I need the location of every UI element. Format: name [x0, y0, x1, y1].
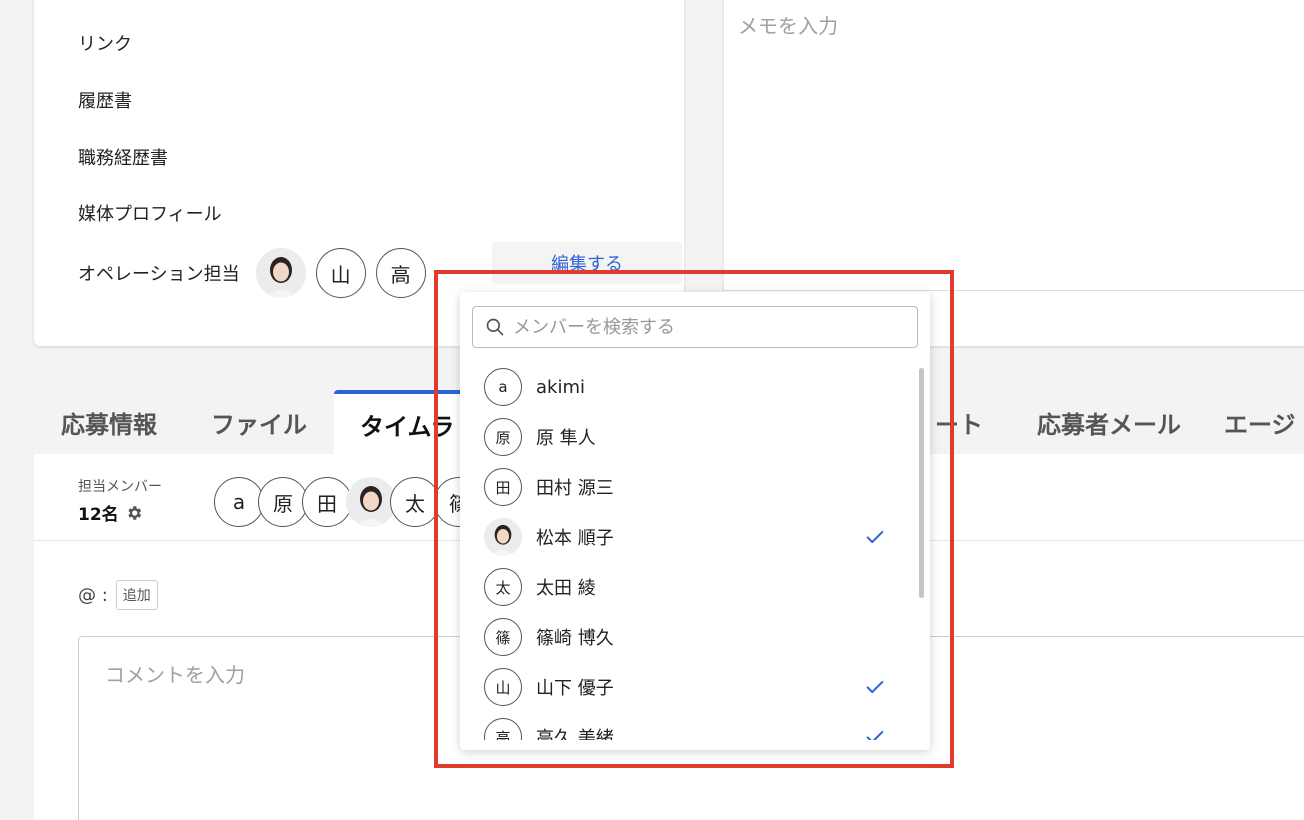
comment-placeholder: コメントを入力	[105, 663, 245, 687]
person-photo-icon	[255, 248, 306, 298]
avatar: a	[214, 477, 264, 527]
member-name: 田村 源三	[536, 478, 614, 499]
member-name: 高久 美緒	[536, 728, 614, 740]
check-icon	[866, 680, 884, 694]
member-name: 原 隼人	[536, 428, 596, 449]
divider	[724, 290, 1304, 291]
mention-row: @ : 追加	[78, 580, 158, 610]
avatar	[346, 477, 396, 527]
members-count-text: 12名	[78, 505, 119, 525]
tab-application-info[interactable]: 応募情報	[34, 390, 184, 454]
add-mention-button[interactable]: 追加	[115, 580, 158, 610]
avatar: 太	[484, 568, 522, 606]
avatar: 田	[484, 468, 522, 506]
member-name: 篠崎 博久	[536, 628, 614, 649]
search-box[interactable]	[472, 306, 918, 348]
work-history-label: 職務経歴書	[78, 148, 168, 169]
operation-label: オペレーション担当	[78, 264, 240, 285]
resume-label: 履歴書	[78, 91, 132, 112]
tab-files[interactable]: ファイル	[184, 390, 334, 454]
member-name: akimi	[536, 376, 585, 398]
avatar: 山	[315, 248, 366, 298]
member-select-dropdown: a akimi 原 原 隼人 田 田村 源三	[460, 292, 930, 750]
gear-icon[interactable]	[125, 504, 143, 522]
avatar: 篠	[484, 618, 522, 656]
member-name: 山下 優子	[536, 678, 614, 699]
avatar: 高	[484, 718, 522, 740]
check-icon	[866, 530, 884, 544]
avatar: 山	[484, 668, 522, 706]
member-list: a akimi 原 原 隼人 田 田村 源三 松本 順子 太 太田 綾 篠 篠崎…	[460, 362, 920, 740]
scrollbar[interactable]	[919, 368, 924, 598]
list-item[interactable]: 山 山下 優子	[460, 662, 920, 712]
tab-agent[interactable]: エージ	[1214, 390, 1304, 454]
list-item[interactable]: 田 田村 源三	[460, 462, 920, 512]
member-name: 太田 綾	[536, 578, 596, 599]
edit-operation-button[interactable]: 編集する	[492, 242, 682, 284]
member-name: 松本 順子	[536, 528, 614, 549]
members-count[interactable]: 12名	[78, 500, 143, 525]
person-photo-icon	[484, 518, 522, 556]
list-item[interactable]: a akimi	[460, 362, 920, 412]
member-search-input[interactable]	[513, 316, 903, 338]
members-label: 担当メンバー	[78, 479, 162, 495]
check-icon	[866, 730, 884, 740]
memo-placeholder: メモを入力	[738, 14, 838, 38]
list-item[interactable]: 太 太田 綾	[460, 562, 920, 612]
mention-label: @ :	[78, 584, 108, 606]
person-photo-icon	[346, 477, 396, 527]
page: リンク 履歴書 職務経歴書 媒体プロフィール オペレーション担当 山 高 編集す…	[0, 0, 1304, 820]
avatar: 原	[484, 418, 522, 456]
avatar: 高	[375, 248, 426, 298]
operation-row: オペレーション担当 山 高	[78, 248, 426, 298]
avatar	[484, 518, 522, 556]
avatar	[255, 248, 306, 298]
list-item[interactable]: 原 原 隼人	[460, 412, 920, 462]
member-avatar-strip: a 原 田 太 篠	[214, 477, 484, 527]
avatar: 太	[390, 477, 440, 527]
tab-applicant-mail[interactable]: 応募者メール	[1024, 390, 1194, 454]
list-item[interactable]: 篠 篠崎 博久	[460, 612, 920, 662]
list-item[interactable]: 高 高久 美緒	[460, 712, 920, 740]
link-label: リンク	[78, 34, 132, 55]
list-item[interactable]: 松本 順子	[460, 512, 920, 562]
avatar: 田	[302, 477, 352, 527]
avatar: a	[484, 368, 522, 406]
media-profile-label: 媒体プロフィール	[78, 204, 222, 225]
avatar: 原	[258, 477, 308, 527]
search-icon	[486, 318, 504, 336]
